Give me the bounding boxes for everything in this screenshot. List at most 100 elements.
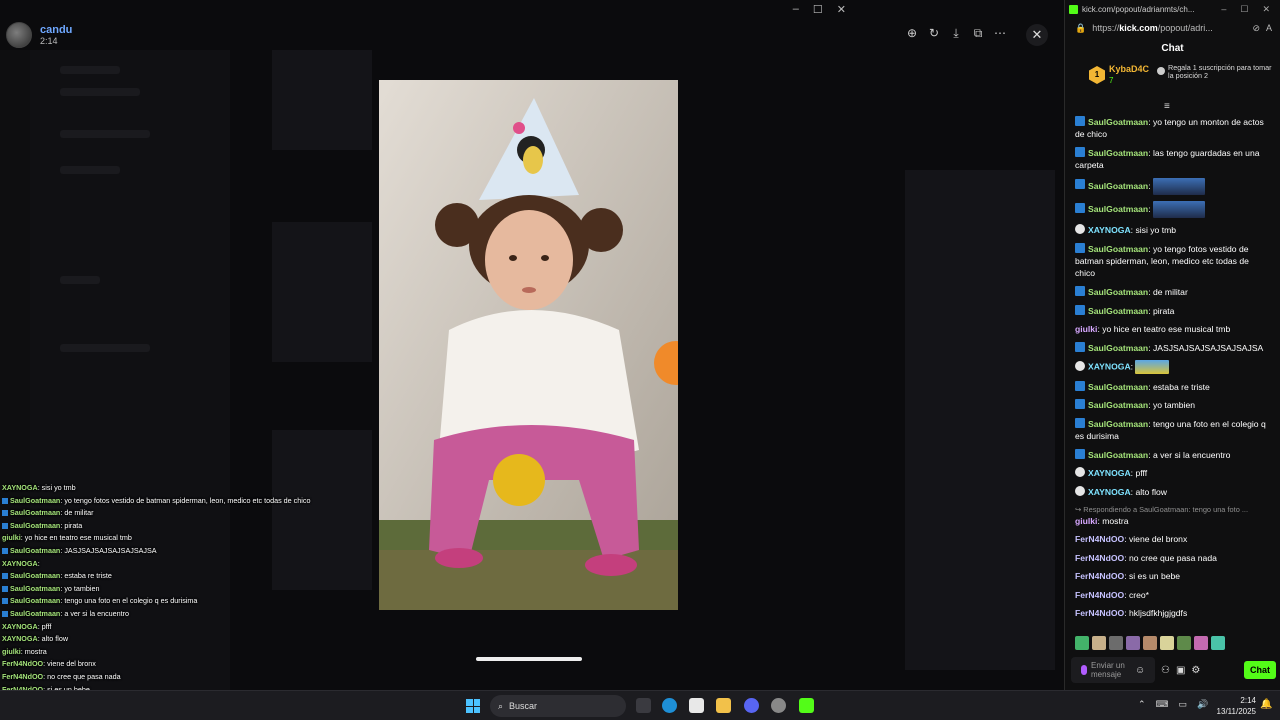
chat-text: pfff xyxy=(1133,468,1148,479)
chat-username[interactable]: SaulGoatmaan xyxy=(1088,382,1148,392)
chat-username[interactable]: SaulGoatmaan xyxy=(1088,204,1148,214)
maximize-icon[interactable]: ☐ xyxy=(813,3,823,16)
windows-start-icon[interactable] xyxy=(466,699,480,713)
overlay-chat-username: XAYNOGA xyxy=(2,558,38,568)
send-chat-button[interactable]: Chat xyxy=(1244,661,1276,679)
users-icon[interactable]: ⚇ xyxy=(1161,665,1170,676)
minimize-icon[interactable]: – xyxy=(793,3,799,16)
taskbar-search[interactable]: ⌕ Buscar xyxy=(490,695,626,717)
more-icon[interactable]: ⋯ xyxy=(994,26,1006,41)
chat-username[interactable]: SaulGoatmaan xyxy=(1088,400,1148,410)
eye-off-icon[interactable]: ⊘ xyxy=(1252,23,1260,34)
emote-icon[interactable] xyxy=(1143,636,1157,650)
emote-icon[interactable] xyxy=(1194,636,1208,650)
overlay-chat-username: giulki xyxy=(2,646,21,656)
kick-favicon-icon xyxy=(1069,4,1078,14)
chat-username[interactable]: XAYNOGA xyxy=(1088,487,1131,497)
chat-username[interactable]: XAYNOGA xyxy=(1088,468,1131,478)
chrome-icon[interactable] xyxy=(771,698,786,713)
chat-username[interactable]: SaulGoatmaan xyxy=(1088,419,1148,429)
message-image xyxy=(272,50,372,150)
emote-icon[interactable] xyxy=(1211,636,1225,650)
uploader-name: candu xyxy=(40,23,73,36)
notification-icon[interactable]: 🔔 xyxy=(1260,699,1272,710)
volume-icon[interactable]: 🔊 xyxy=(1197,699,1208,710)
chat-username[interactable]: SaulGoatmaan xyxy=(1088,450,1148,460)
emote-icon[interactable] xyxy=(1092,636,1106,650)
chat-message: SaulGoatmaan: yo tengo fotos vestido de … xyxy=(1075,242,1269,280)
chat-text: JASJSAJSAJSAJSAJSAJSA xyxy=(1150,342,1264,353)
chat-username[interactable]: SaulGoatmaan xyxy=(1088,244,1148,254)
overlay-chat-text: tengo una foto en el colegio q es durisi… xyxy=(62,596,198,606)
settings-icon[interactable]: ⚙ xyxy=(1191,665,1200,676)
mic-icon[interactable] xyxy=(1081,665,1087,675)
chat-emote xyxy=(1152,177,1205,195)
chat-username[interactable]: giulki xyxy=(1075,516,1097,526)
emote-icon[interactable] xyxy=(1109,636,1123,650)
overlay-chat-username: SaulGoatmaan xyxy=(10,596,61,606)
chat-username[interactable]: FerN4NdOO xyxy=(1075,534,1124,544)
chat-text: a ver si la encuentro xyxy=(1150,449,1231,460)
address-bar[interactable]: 🔒 https://kick.com/popout/adri... ⊘ A xyxy=(1065,18,1280,38)
overlay-chat-line: giulki: yo hice en teatro ese musical tm… xyxy=(2,532,332,545)
close-window-icon[interactable]: ✕ xyxy=(837,3,846,16)
reader-icon[interactable]: A xyxy=(1266,23,1280,33)
chat-username[interactable]: XAYNOGA xyxy=(1088,362,1131,372)
chevron-up-icon[interactable]: ⌃ xyxy=(1138,699,1146,710)
chat-username[interactable]: SaulGoatmaan xyxy=(1088,148,1148,158)
chat-message: SaulGoatmaan: yo tambien xyxy=(1075,399,1269,411)
explorer-icon[interactable] xyxy=(716,698,731,713)
sub-badge-icon xyxy=(2,573,8,580)
chat-username[interactable]: SaulGoatmaan xyxy=(1088,287,1148,297)
download-icon[interactable]: ⤓ xyxy=(950,26,962,41)
overlay-chat-text: a ver si la encuentro xyxy=(62,608,130,618)
emoji-icon[interactable]: ☺ xyxy=(1135,665,1145,676)
chat-username[interactable]: SaulGoatmaan xyxy=(1088,180,1148,190)
image-scrollbar[interactable] xyxy=(476,657,582,661)
emote-icon[interactable] xyxy=(1075,636,1089,650)
chat-username[interactable]: SaulGoatmaan xyxy=(1088,117,1148,127)
collapse-icon[interactable]: ≡ xyxy=(1164,101,1170,112)
close-window-icon[interactable]: ✕ xyxy=(1262,4,1270,15)
gift-icon[interactable]: ▣ xyxy=(1176,665,1185,676)
chat-message: SaulGoatmaan: JASJSAJSAJSAJSAJSAJSA xyxy=(1075,341,1269,354)
chat-username[interactable]: FerN4NdOO xyxy=(1075,608,1124,618)
chat-username[interactable]: FerN4NdOO xyxy=(1075,553,1124,563)
rotate-icon[interactable]: ↻ xyxy=(928,26,940,41)
sub-badge-icon xyxy=(1075,179,1085,190)
chat-text: de militar xyxy=(1150,286,1188,297)
chat-text: pirata xyxy=(1150,305,1175,316)
emote-icon[interactable] xyxy=(1177,636,1191,650)
emote-icon[interactable] xyxy=(1160,636,1174,650)
maximize-icon[interactable]: ☐ xyxy=(1240,4,1248,15)
network-icon[interactable]: ▭ xyxy=(1179,699,1188,710)
open-external-icon[interactable]: ⧉ xyxy=(972,26,984,41)
chat-message: SaulGoatmaan: pirata xyxy=(1075,304,1269,317)
chat-username[interactable]: XAYNOGA xyxy=(1088,225,1131,235)
discord-icon[interactable] xyxy=(744,698,759,713)
clock[interactable]: 2:14 13/11/2025 xyxy=(1212,695,1256,717)
overlay-chat-line: SaulGoatmaan: pirata xyxy=(2,520,332,533)
chat-username[interactable]: giulki xyxy=(1075,324,1097,334)
photo-drawing xyxy=(379,80,678,610)
search-icon: ⌕ xyxy=(498,700,504,711)
kick-app-icon[interactable] xyxy=(799,698,814,713)
edge-icon[interactable] xyxy=(662,698,677,713)
chat-username[interactable]: FerN4NdOO xyxy=(1075,590,1124,600)
chat-username[interactable]: SaulGoatmaan xyxy=(1088,306,1148,316)
minimize-icon[interactable]: – xyxy=(1221,4,1226,15)
chat-input[interactable]: Enviar un mensaje ☺ xyxy=(1071,657,1155,683)
emote-icon[interactable] xyxy=(1126,636,1140,650)
task-view-icon[interactable] xyxy=(636,698,651,713)
sub-badge-icon xyxy=(1075,242,1085,253)
language-icon[interactable]: ⌨ xyxy=(1156,699,1169,710)
zoom-in-icon[interactable]: ⊕ xyxy=(906,26,918,41)
chat-username[interactable]: FerN4NdOO xyxy=(1075,571,1124,581)
gift-leaderboard[interactable]: 1 KybaD4C 7 Regala 1 suscripción para to… xyxy=(1065,62,1280,92)
close-viewer-button[interactable]: ✕ xyxy=(1026,24,1048,46)
chat-username[interactable]: SaulGoatmaan xyxy=(1088,343,1148,353)
sub-badge-icon xyxy=(1075,448,1085,459)
chat-text: estaba re triste xyxy=(1150,381,1210,392)
store-icon[interactable] xyxy=(689,698,704,713)
uploader-info[interactable]: candu 2:14 xyxy=(6,22,72,48)
